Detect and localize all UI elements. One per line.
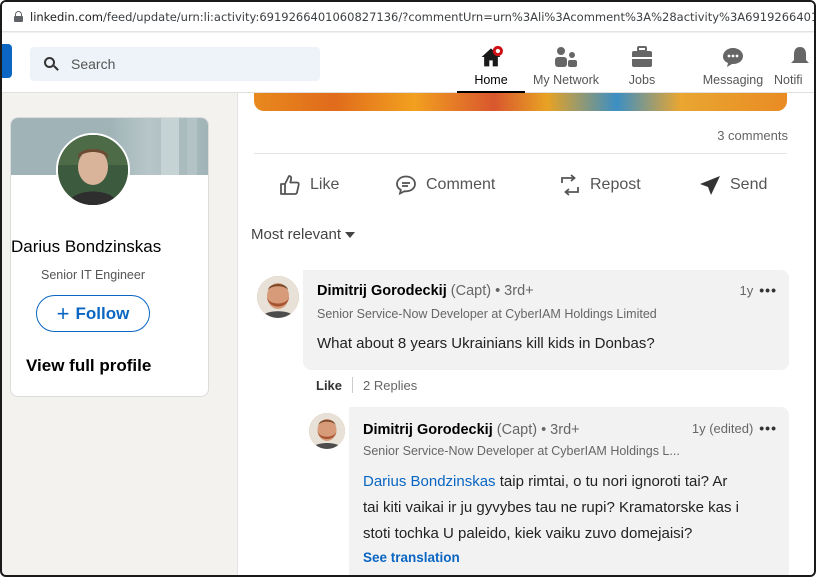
jobs-icon — [632, 46, 652, 67]
nav-my-network-label: My Network — [533, 73, 599, 87]
reply-avatar[interactable] — [309, 413, 345, 449]
nav-notifications-label: Notifi — [774, 73, 803, 87]
nav-home[interactable]: Home — [457, 33, 525, 93]
caret-down-icon — [345, 231, 356, 238]
profile-title: Senior IT Engineer — [41, 268, 145, 282]
follow-button[interactable]: + Follow — [36, 295, 150, 332]
url-text[interactable]: linkedin.com/feed/update/urn:li:activity… — [30, 9, 814, 24]
reply-time: 1y (edited) — [691, 420, 754, 436]
reply-line-1: Darius Bondzinskas taip rimtai, o tu nor… — [363, 469, 783, 495]
reply-bubble: Dimitrij Gorodeckij (Capt) • 3rd+ Senior… — [349, 407, 789, 575]
messaging-icon — [723, 48, 743, 67]
sort-dropdown[interactable]: Most relevant — [251, 226, 356, 243]
url-path: /feed/update/urn:li:activity:69192664010… — [103, 9, 814, 24]
comment-like-button[interactable]: Like — [316, 378, 342, 393]
see-translation-link[interactable]: See translation — [363, 550, 460, 565]
nav-my-network[interactable]: My Network — [525, 33, 607, 92]
reply-meta: 1y (edited) ••• — [692, 420, 777, 436]
search-input[interactable]: Search — [30, 47, 320, 81]
nav-jobs[interactable]: Jobs — [617, 33, 667, 92]
post-detail: 3 comments Like Comment Repost Send Most… — [237, 93, 814, 575]
plus-icon: + — [56, 300, 70, 326]
comments-count[interactable]: 3 comments — [717, 128, 788, 143]
author-meta: (Capt) • 3rd+ — [496, 422, 580, 438]
repost-icon — [561, 174, 579, 196]
replies-link[interactable]: 2 Replies — [363, 378, 417, 393]
comment-time: 1y — [739, 282, 754, 298]
divider — [254, 153, 787, 154]
nav-messaging-label: Messaging — [702, 73, 764, 87]
author-name: Dimitrij Gorodeckij — [317, 283, 447, 299]
mention-link[interactable]: Darius Bondzinskas — [363, 473, 496, 490]
author-name: Dimitrij Gorodeckij — [363, 422, 493, 438]
profile-name[interactable]: Darius Bondzinskas — [11, 237, 208, 257]
view-full-profile-link[interactable]: View full profile — [26, 356, 151, 376]
comment-label: Comment — [426, 176, 496, 193]
network-icon — [555, 47, 577, 67]
reply-line-1-text: taip rimtai, o tu nori ignoroti tai? Ar — [495, 473, 728, 490]
like-label: Like — [310, 176, 340, 193]
more-options-icon[interactable]: ••• — [759, 420, 777, 436]
search-placeholder: Search — [71, 56, 116, 72]
sort-label: Most relevant — [251, 226, 342, 243]
comment-button[interactable]: Comment — [394, 173, 495, 197]
avatar[interactable] — [56, 133, 130, 207]
lock-icon — [14, 11, 23, 22]
comment-icon — [396, 175, 416, 196]
send-label: Send — [730, 176, 768, 193]
browser-window: linkedin.com/feed/update/urn:li:activity… — [0, 0, 816, 577]
author-headline: Senior Service-Now Developer at CyberIAM… — [363, 444, 680, 458]
nav-notifications[interactable]: Notifi — [774, 33, 814, 92]
repost-button[interactable]: Repost — [558, 173, 641, 197]
repost-label: Repost — [590, 176, 641, 193]
linkedin-logo[interactable] — [2, 44, 12, 78]
like-button[interactable]: Like — [278, 173, 339, 197]
home-icon — [481, 45, 503, 67]
comment-author[interactable]: Dimitrij Gorodeckij (Capt) • 3rd+ — [317, 283, 534, 299]
search-icon — [44, 56, 59, 72]
more-options-icon[interactable]: ••• — [759, 282, 777, 298]
top-nav: Search Home My Network Jobs Messaging No… — [2, 33, 814, 93]
nav-jobs-label: Jobs — [628, 73, 656, 87]
profile-card: Darius Bondzinskas Senior IT Engineer + … — [10, 117, 209, 397]
follow-button-label: Follow — [75, 303, 130, 323]
nav-messaging[interactable]: Messaging — [696, 33, 770, 92]
post-image[interactable] — [254, 93, 787, 111]
reply-line-2: tai kiti vaikai ir ju gyvybes tau ne rup… — [363, 499, 739, 516]
send-icon — [700, 176, 720, 195]
comment-bubble: Dimitrij Gorodeckij (Capt) • 3rd+ Senior… — [303, 270, 789, 370]
address-bar[interactable]: linkedin.com/feed/update/urn:li:activity… — [2, 2, 814, 32]
send-button[interactable]: Send — [698, 173, 767, 197]
comment-avatar[interactable] — [257, 276, 299, 318]
url-host: linkedin.com — [30, 9, 104, 24]
comment-meta: 1y ••• — [740, 282, 777, 298]
post-actions: Like Comment Repost Send — [238, 168, 814, 210]
reply-line-3: stoti tochka U paleido, kiek vaiku zuvo … — [363, 525, 693, 542]
comment-text: What about 8 years Ukrainians kill kids … — [317, 335, 655, 352]
thumbs-up-icon — [280, 175, 300, 195]
notifications-icon — [791, 47, 809, 63]
reply-text: Darius Bondzinskas taip rimtai, o tu nor… — [363, 469, 783, 547]
reply-author[interactable]: Dimitrij Gorodeckij (Capt) • 3rd+ — [363, 422, 580, 438]
author-headline: Senior Service-Now Developer at CyberIAM… — [317, 307, 657, 321]
comment-actions: Like 2 Replies — [316, 377, 417, 393]
nav-home-label: Home — [474, 73, 508, 87]
separator — [352, 377, 354, 393]
author-meta: (Capt) • 3rd+ — [450, 283, 534, 299]
